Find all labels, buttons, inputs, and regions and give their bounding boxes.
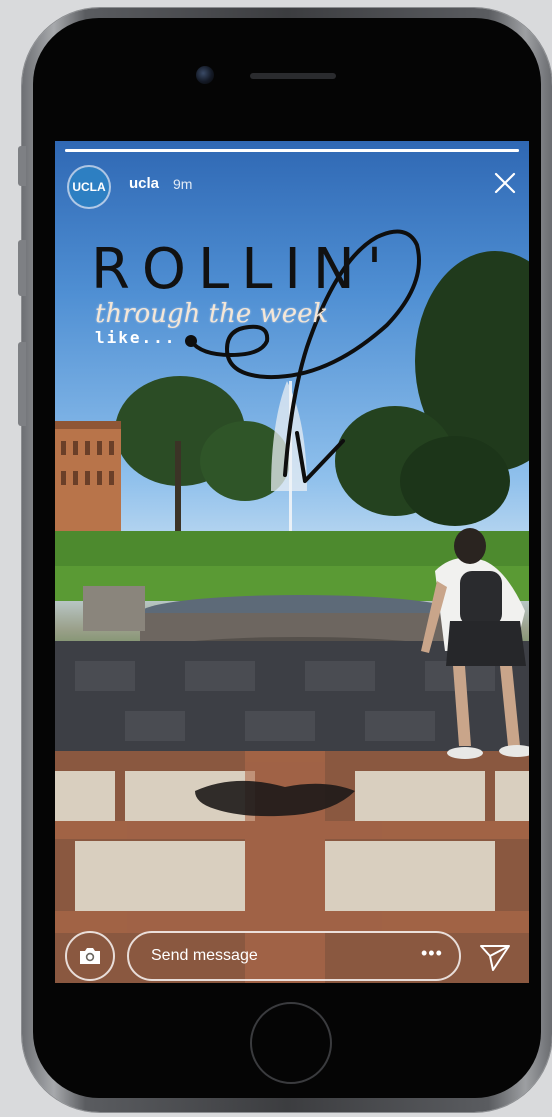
story-progress-bar bbox=[65, 149, 519, 152]
story-progress-fill bbox=[65, 149, 519, 152]
story-subtitle: through the week bbox=[95, 299, 329, 329]
more-options-button[interactable]: ••• bbox=[421, 943, 443, 964]
volume-down-button bbox=[18, 342, 26, 426]
camera-icon bbox=[80, 948, 100, 964]
close-icon[interactable] bbox=[493, 171, 517, 195]
mute-switch bbox=[18, 146, 26, 186]
earpiece-speaker bbox=[250, 73, 336, 79]
account-username[interactable]: ucla bbox=[129, 175, 159, 192]
camera-button[interactable] bbox=[65, 931, 115, 981]
story-like-text: like... bbox=[95, 328, 177, 347]
send-icon bbox=[480, 945, 510, 971]
message-input[interactable]: Send message ••• bbox=[127, 931, 461, 981]
front-camera bbox=[196, 66, 214, 84]
send-button[interactable] bbox=[475, 937, 515, 977]
message-placeholder: Send message bbox=[151, 947, 258, 964]
story-headline: ROLLIN' bbox=[91, 237, 395, 302]
volume-up-button bbox=[18, 240, 26, 296]
account-avatar[interactable]: UCLA bbox=[69, 167, 109, 207]
story-screen[interactable]: UCLA ucla 9m ROLLIN' through the week li… bbox=[55, 141, 529, 983]
home-button[interactable] bbox=[250, 1002, 332, 1084]
story-timestamp: 9m bbox=[173, 176, 193, 192]
